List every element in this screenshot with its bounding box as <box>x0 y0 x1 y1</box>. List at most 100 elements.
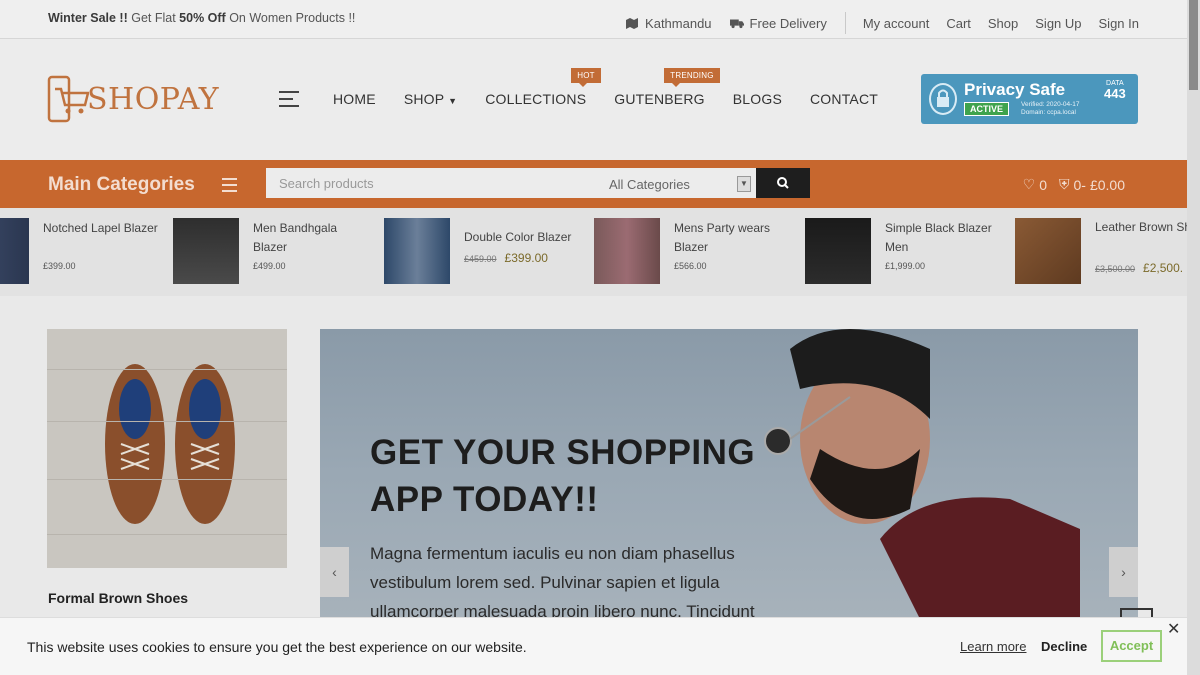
main-nav: HOME SHOP ▼ HOT COLLECTIONS TRENDING GUTEN… <box>333 68 906 107</box>
product-name[interactable]: Simple Black Blazer Men <box>885 219 1005 257</box>
heart-icon[interactable]: ♡ <box>1023 176 1036 193</box>
my-account-link[interactable]: My account <box>863 16 929 31</box>
select-dropdown-icon[interactable]: ▼ <box>737 176 751 192</box>
chevron-left-icon: ‹ <box>332 564 337 580</box>
hero-description: Magna fermentum iaculis eu non diam phas… <box>370 544 755 619</box>
delivery-info: Free Delivery <box>729 15 827 31</box>
nav-gutenberg[interactable]: TRENDING GUTENBERG <box>614 68 720 107</box>
nav-label: CONTACT <box>809 91 879 107</box>
product-price: £399.00 <box>43 261 76 271</box>
product-old-price: £459.00 <box>464 254 497 264</box>
privacy-verified: Verified: 2020-04-17 <box>1021 101 1080 108</box>
hamburger-menu-icon[interactable] <box>279 91 299 112</box>
product-image[interactable] <box>0 218 29 284</box>
nav-label: HOME <box>333 91 376 107</box>
hero-heading: GET YOUR SHOPPING APP TODAY!! <box>370 429 755 523</box>
nav-label: COLLECTIONS <box>485 91 587 107</box>
nav-blogs[interactable]: BLOGS <box>733 91 782 107</box>
trending-badge: TRENDING <box>664 68 720 87</box>
product-price: £3,500.00 £2,500. <box>1095 261 1183 275</box>
brown-shoes-image <box>105 364 235 524</box>
sign-in-link[interactable]: Sign In <box>1099 16 1139 31</box>
cart-total: £0.00 <box>1089 176 1125 193</box>
product-carousel: Notched Lapel Blazer £399.00 Men Bandhga… <box>0 208 1187 296</box>
divider <box>844 12 846 34</box>
cart-summary[interactable]: ♡ 0 ⛨ 0- £0.00 <box>1019 176 1125 193</box>
featured-product-image[interactable] <box>47 329 287 568</box>
privacy-title: Privacy Safe <box>964 80 1066 99</box>
promo-text-part: On Women Products !! <box>225 11 356 25</box>
product-sale-price: £399.00 <box>504 251 548 265</box>
main-categories-title[interactable]: Main Categories <box>48 174 195 196</box>
search-input[interactable]: Search products <box>279 176 374 191</box>
hot-badge: HOT <box>571 68 601 87</box>
cookie-banner: This website uses cookies to ensure you … <box>0 617 1187 675</box>
hero-slider: GET YOUR SHOPPING APP TODAY!! Magna ferme… <box>320 329 1138 619</box>
hero-heading-line: GET YOUR SHOPPING <box>370 433 756 472</box>
scrollbar-thumb[interactable] <box>1189 0 1198 90</box>
nav-label: GUTENBERG <box>614 91 705 107</box>
chevron-right-icon: › <box>1121 564 1126 580</box>
nav-label: SHOP <box>403 91 445 107</box>
learn-more-link[interactable]: Learn more <box>960 639 1026 654</box>
privacy-domain: Domain: ccpa.local <box>1021 109 1076 116</box>
product-price-value: £566.00 <box>674 261 707 271</box>
slider-prev-button[interactable]: ‹ <box>320 547 349 597</box>
search-icon <box>777 177 789 189</box>
product-image[interactable] <box>805 218 871 284</box>
product-price: £459.00 £399.00 <box>464 251 548 265</box>
close-icon[interactable]: ✕ <box>1167 619 1180 639</box>
search-button[interactable] <box>756 168 810 198</box>
nav-label: BLOGS <box>732 91 782 107</box>
product-name[interactable]: Notched Lapel Blazer <box>43 219 163 238</box>
logo[interactable]: SHOPAY <box>47 75 219 123</box>
product-image[interactable] <box>384 218 450 284</box>
hero-heading-line: APP TODAY!! <box>370 480 599 519</box>
privacy-safe-badge[interactable]: Privacy Safe ACTIVE Verified: 2020-04-17… <box>921 74 1138 124</box>
promo-sale-label: Winter Sale !! <box>48 11 128 25</box>
product-image[interactable] <box>173 218 239 284</box>
privacy-data-seal: DATA 443 <box>1104 79 1126 100</box>
promo-discount: 50% Off <box>179 11 226 25</box>
product-image[interactable] <box>1015 218 1081 284</box>
cart-link[interactable]: Cart <box>946 16 971 31</box>
basket-icon[interactable]: ⛨ <box>1059 176 1070 193</box>
nav-contact[interactable]: CONTACT <box>810 91 878 107</box>
cookie-message: This website uses cookies to ensure you … <box>27 639 527 655</box>
category-select[interactable]: All Categories <box>609 177 690 192</box>
search-bar: Search products All Categories ▼ <box>266 168 756 198</box>
wishlist-count: 0 <box>1039 176 1047 193</box>
top-bar: Winter Sale !! Get Flat 50% Off On Women… <box>0 0 1187 39</box>
lock-icon <box>929 83 957 115</box>
delivery-label: Free Delivery <box>749 15 827 31</box>
privacy-status: ACTIVE <box>964 102 1010 116</box>
nav-shop[interactable]: SHOP ▼ <box>404 91 457 107</box>
product-price-value: £499.00 <box>253 261 286 271</box>
sign-up-link[interactable]: Sign Up <box>1035 16 1081 31</box>
product-name[interactable]: Men Bandhgala Blazer <box>253 219 373 257</box>
product-sale-price: £2,500. <box>1143 261 1184 275</box>
promo-text-part: Get Flat <box>127 11 180 25</box>
product-old-price: £3,500.00 <box>1095 264 1136 274</box>
decline-button[interactable]: Decline <box>1041 639 1087 654</box>
product-name[interactable]: Leather Brown Shoes <box>1095 218 1187 237</box>
site-header: SHOPAY HOME SHOP ▼ HOT COLLECTIONS TRENDI… <box>0 39 1187 160</box>
promo-text: Winter Sale !! Get Flat 50% Off On Women… <box>48 11 355 25</box>
shop-link[interactable]: Shop <box>988 16 1018 31</box>
location-info: Kathmandu <box>625 16 712 31</box>
product-price: £566.00 <box>674 261 707 271</box>
categories-menu-icon[interactable] <box>222 178 237 196</box>
product-name[interactable]: Double Color Blazer <box>464 228 584 247</box>
product-price: £1,999.00 <box>885 261 925 271</box>
product-name[interactable]: Mens Party wears Blazer <box>674 219 794 257</box>
logo-text: SHOPAY <box>87 81 219 117</box>
product-image[interactable] <box>594 218 660 284</box>
accept-button[interactable]: Accept <box>1101 630 1162 662</box>
product-price-value: £1,999.00 <box>885 261 926 271</box>
page-scrollbar[interactable] <box>1187 0 1200 675</box>
slider-next-button[interactable]: › <box>1109 547 1138 597</box>
location-label: Kathmandu <box>645 15 712 31</box>
nav-collections[interactable]: HOT COLLECTIONS <box>485 68 601 107</box>
featured-product-name[interactable]: Formal Brown Shoes <box>48 590 188 606</box>
nav-home[interactable]: HOME <box>333 91 376 107</box>
